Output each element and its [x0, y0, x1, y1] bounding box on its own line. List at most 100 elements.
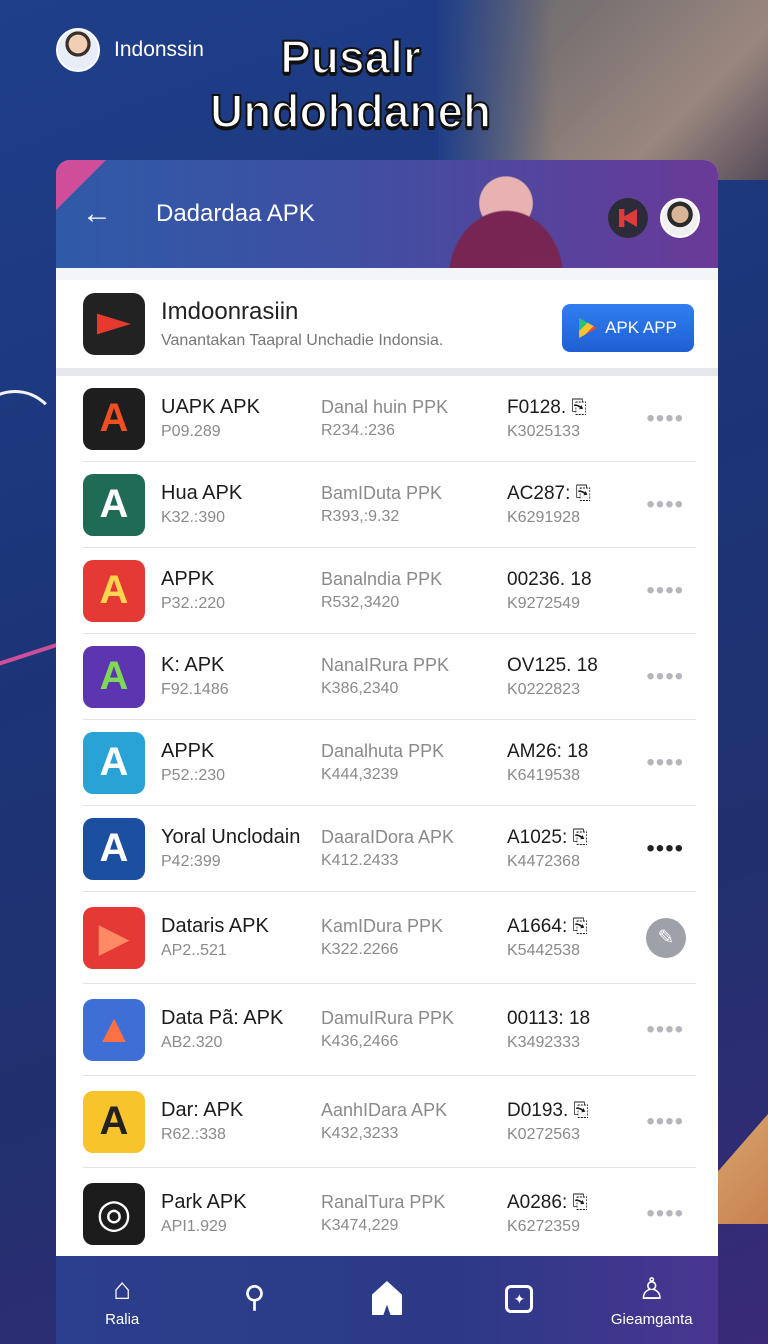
app-icon: ▶: [83, 906, 145, 969]
app-id: F92.1486: [161, 681, 229, 698]
app-list: A UAPK APK P09.289 Danal huin PPK R234.:236 F…: [56, 376, 718, 1260]
play-store-icon: [579, 318, 598, 338]
app-source: KamIDura PPK: [321, 916, 444, 936]
more-options-icon[interactable]: ••••: [646, 406, 684, 431]
header-banner-figure: [406, 160, 606, 268]
app-id: P42:399: [161, 853, 221, 870]
app-source: NanaIRura PPK: [321, 655, 450, 675]
featured-app[interactable]: Imdoonrasiin Vanantakan Taapral Unchadie…: [56, 280, 718, 376]
app-source: RanalTura PPK: [321, 1192, 446, 1212]
hero-title-line1: Pusalr: [279, 30, 422, 84]
app-row[interactable]: ▲ Data Pã: APK AB2.320 DamuIRura PPK K436,24…: [83, 984, 696, 1076]
app-id: P52.:230: [161, 767, 226, 784]
more-options-icon[interactable]: ••••: [646, 1201, 684, 1226]
app-id: P32.:220: [161, 595, 226, 612]
more-options-icon[interactable]: ••••: [646, 664, 684, 689]
apk-app-button-label: APK APP: [605, 318, 677, 337]
app-code-sub: K6291928: [507, 508, 580, 526]
app-id: AP2..521: [161, 942, 227, 959]
more-options-icon[interactable]: ••••: [646, 1017, 684, 1042]
app-code: A0286: ⎘: [507, 1191, 588, 1213]
nav-item-sparkle[interactable]: ✦: [459, 1281, 579, 1319]
decorative-curve: [0, 390, 60, 480]
app-source: AanhIDara APK: [321, 1100, 448, 1120]
card-header: ← Dadardaa APK: [56, 160, 718, 268]
more-options-icon[interactable]: ••••: [646, 750, 684, 775]
app-source: DaaraIDora APK: [321, 827, 455, 847]
edit-icon[interactable]: ✎: [646, 917, 686, 958]
app-source-sub: R532,3420: [321, 594, 400, 611]
app-name: Data Pã: APK: [161, 1007, 284, 1029]
app-source: Danal huin PPK: [321, 397, 449, 417]
more-options-icon[interactable]: ••••: [646, 1109, 684, 1134]
avatar[interactable]: [56, 28, 100, 72]
app-code: A1664: ⎘: [507, 915, 588, 937]
bottom-nav: ⌂ Ralia ⚲ ✦ ♙ Gieamganta: [56, 1256, 718, 1344]
home-filled-icon: [371, 1281, 402, 1315]
app-code-sub: K9272549: [507, 594, 580, 612]
app-source-sub: R393,:9.32: [321, 508, 400, 525]
app-source-sub: K3474,229: [321, 1217, 399, 1234]
app-row[interactable]: ▶ Dataris APK AP2..521 KamIDura PPK K322.226…: [83, 892, 696, 984]
app-code-sub: K0272563: [507, 1125, 580, 1143]
app-code: F0128. ⎘: [507, 396, 587, 418]
app-code-sub: K3025133: [507, 422, 580, 440]
app-source-sub: K386,2340: [321, 680, 399, 697]
apk-card: ← Dadardaa APK Imdoonrasiin Vanantakan T…: [56, 160, 718, 1260]
app-row[interactable]: A APPK P52.:230 Danalhuta PPK K444,3239 AM26:…: [83, 720, 696, 806]
app-code-sub: K3492333: [507, 1033, 580, 1051]
app-id: K32.:390: [161, 509, 226, 526]
app-icon: A: [83, 645, 145, 708]
app-logo-icon[interactable]: [608, 198, 648, 238]
featured-app-name: Imdoonrasiin: [161, 298, 299, 325]
app-row[interactable]: A APPK P32.:220 Banalndia PPK R532,3420 00236…: [83, 548, 696, 634]
home-outline-icon: ⌂: [113, 1272, 132, 1306]
top-user-name: Indonssin: [114, 38, 204, 61]
top-user[interactable]: Indonssin: [56, 28, 204, 72]
app-code: OV125. 18: [507, 654, 598, 676]
more-options-icon[interactable]: ••••: [646, 492, 684, 517]
back-button[interactable]: ←: [82, 197, 112, 231]
app-id: AB2.320: [161, 1034, 223, 1051]
app-id: API1.929: [161, 1218, 227, 1235]
hero-title: Pusalr Undohdaneh: [209, 30, 492, 138]
app-name: Yoral Unclodain: [161, 826, 301, 848]
hero-title-line2: Undohdaneh: [209, 84, 492, 138]
app-row[interactable]: ◎ Park APK API1.929 RanalTura PPK K3474,229 A…: [83, 1168, 696, 1260]
play-logo-icon: [83, 293, 145, 355]
app-name: Park APK: [161, 1191, 247, 1213]
app-icon: A: [83, 817, 145, 880]
app-code: AC287: ⎘: [507, 482, 591, 504]
more-options-icon[interactable]: ••••: [646, 836, 684, 861]
app-name: APPK: [161, 740, 215, 762]
app-icon: A: [83, 559, 145, 622]
app-source: BamIDuta PPK: [321, 483, 443, 503]
page-title: Dadardaa APK: [156, 200, 315, 227]
app-code-sub: K6419538: [507, 766, 580, 784]
app-source: DamuIRura PPK: [321, 1008, 455, 1028]
app-icon: A: [83, 387, 145, 450]
nav-item-main[interactable]: [327, 1281, 447, 1319]
app-icon: A: [83, 731, 145, 794]
app-row[interactable]: A Dar: APK R62.:338 AanhIDara APK K432,3233 D…: [83, 1076, 696, 1168]
search-icon: ⚲: [243, 1281, 266, 1314]
app-source-sub: K322.2266: [321, 941, 399, 958]
app-source: Banalndia PPK: [321, 569, 443, 589]
app-code-sub: K6272359: [507, 1217, 580, 1235]
nav-item-home[interactable]: ⌂ Ralia: [62, 1273, 182, 1328]
app-code-sub: K0222823: [507, 680, 580, 698]
app-id: P09.289: [161, 423, 221, 440]
app-row[interactable]: A UAPK APK P09.289 Danal huin PPK R234.:236 F…: [83, 376, 696, 462]
apk-app-button[interactable]: APK APP: [562, 304, 694, 352]
app-row[interactable]: A K: APK F92.1486 NanaIRura PPK K386,2340 OV1…: [83, 634, 696, 720]
nav-item-search[interactable]: ⚲: [195, 1281, 315, 1319]
more-options-icon[interactable]: ••••: [646, 578, 684, 603]
nav-item-profile[interactable]: ♙ Gieamganta: [592, 1273, 712, 1328]
app-icon: A: [83, 1090, 145, 1153]
app-code: AM26: 18: [507, 740, 589, 762]
header-avatar[interactable]: [660, 198, 700, 238]
app-row[interactable]: A Hua APK K32.:390 BamIDuta PPK R393,:9.32 AC…: [83, 462, 696, 548]
app-row[interactable]: A Yoral Unclodain P42:399 DaaraIDora APK K41…: [83, 806, 696, 892]
app-source-sub: R234.:236: [321, 422, 395, 439]
profile-pin-icon: ♙: [638, 1272, 666, 1306]
